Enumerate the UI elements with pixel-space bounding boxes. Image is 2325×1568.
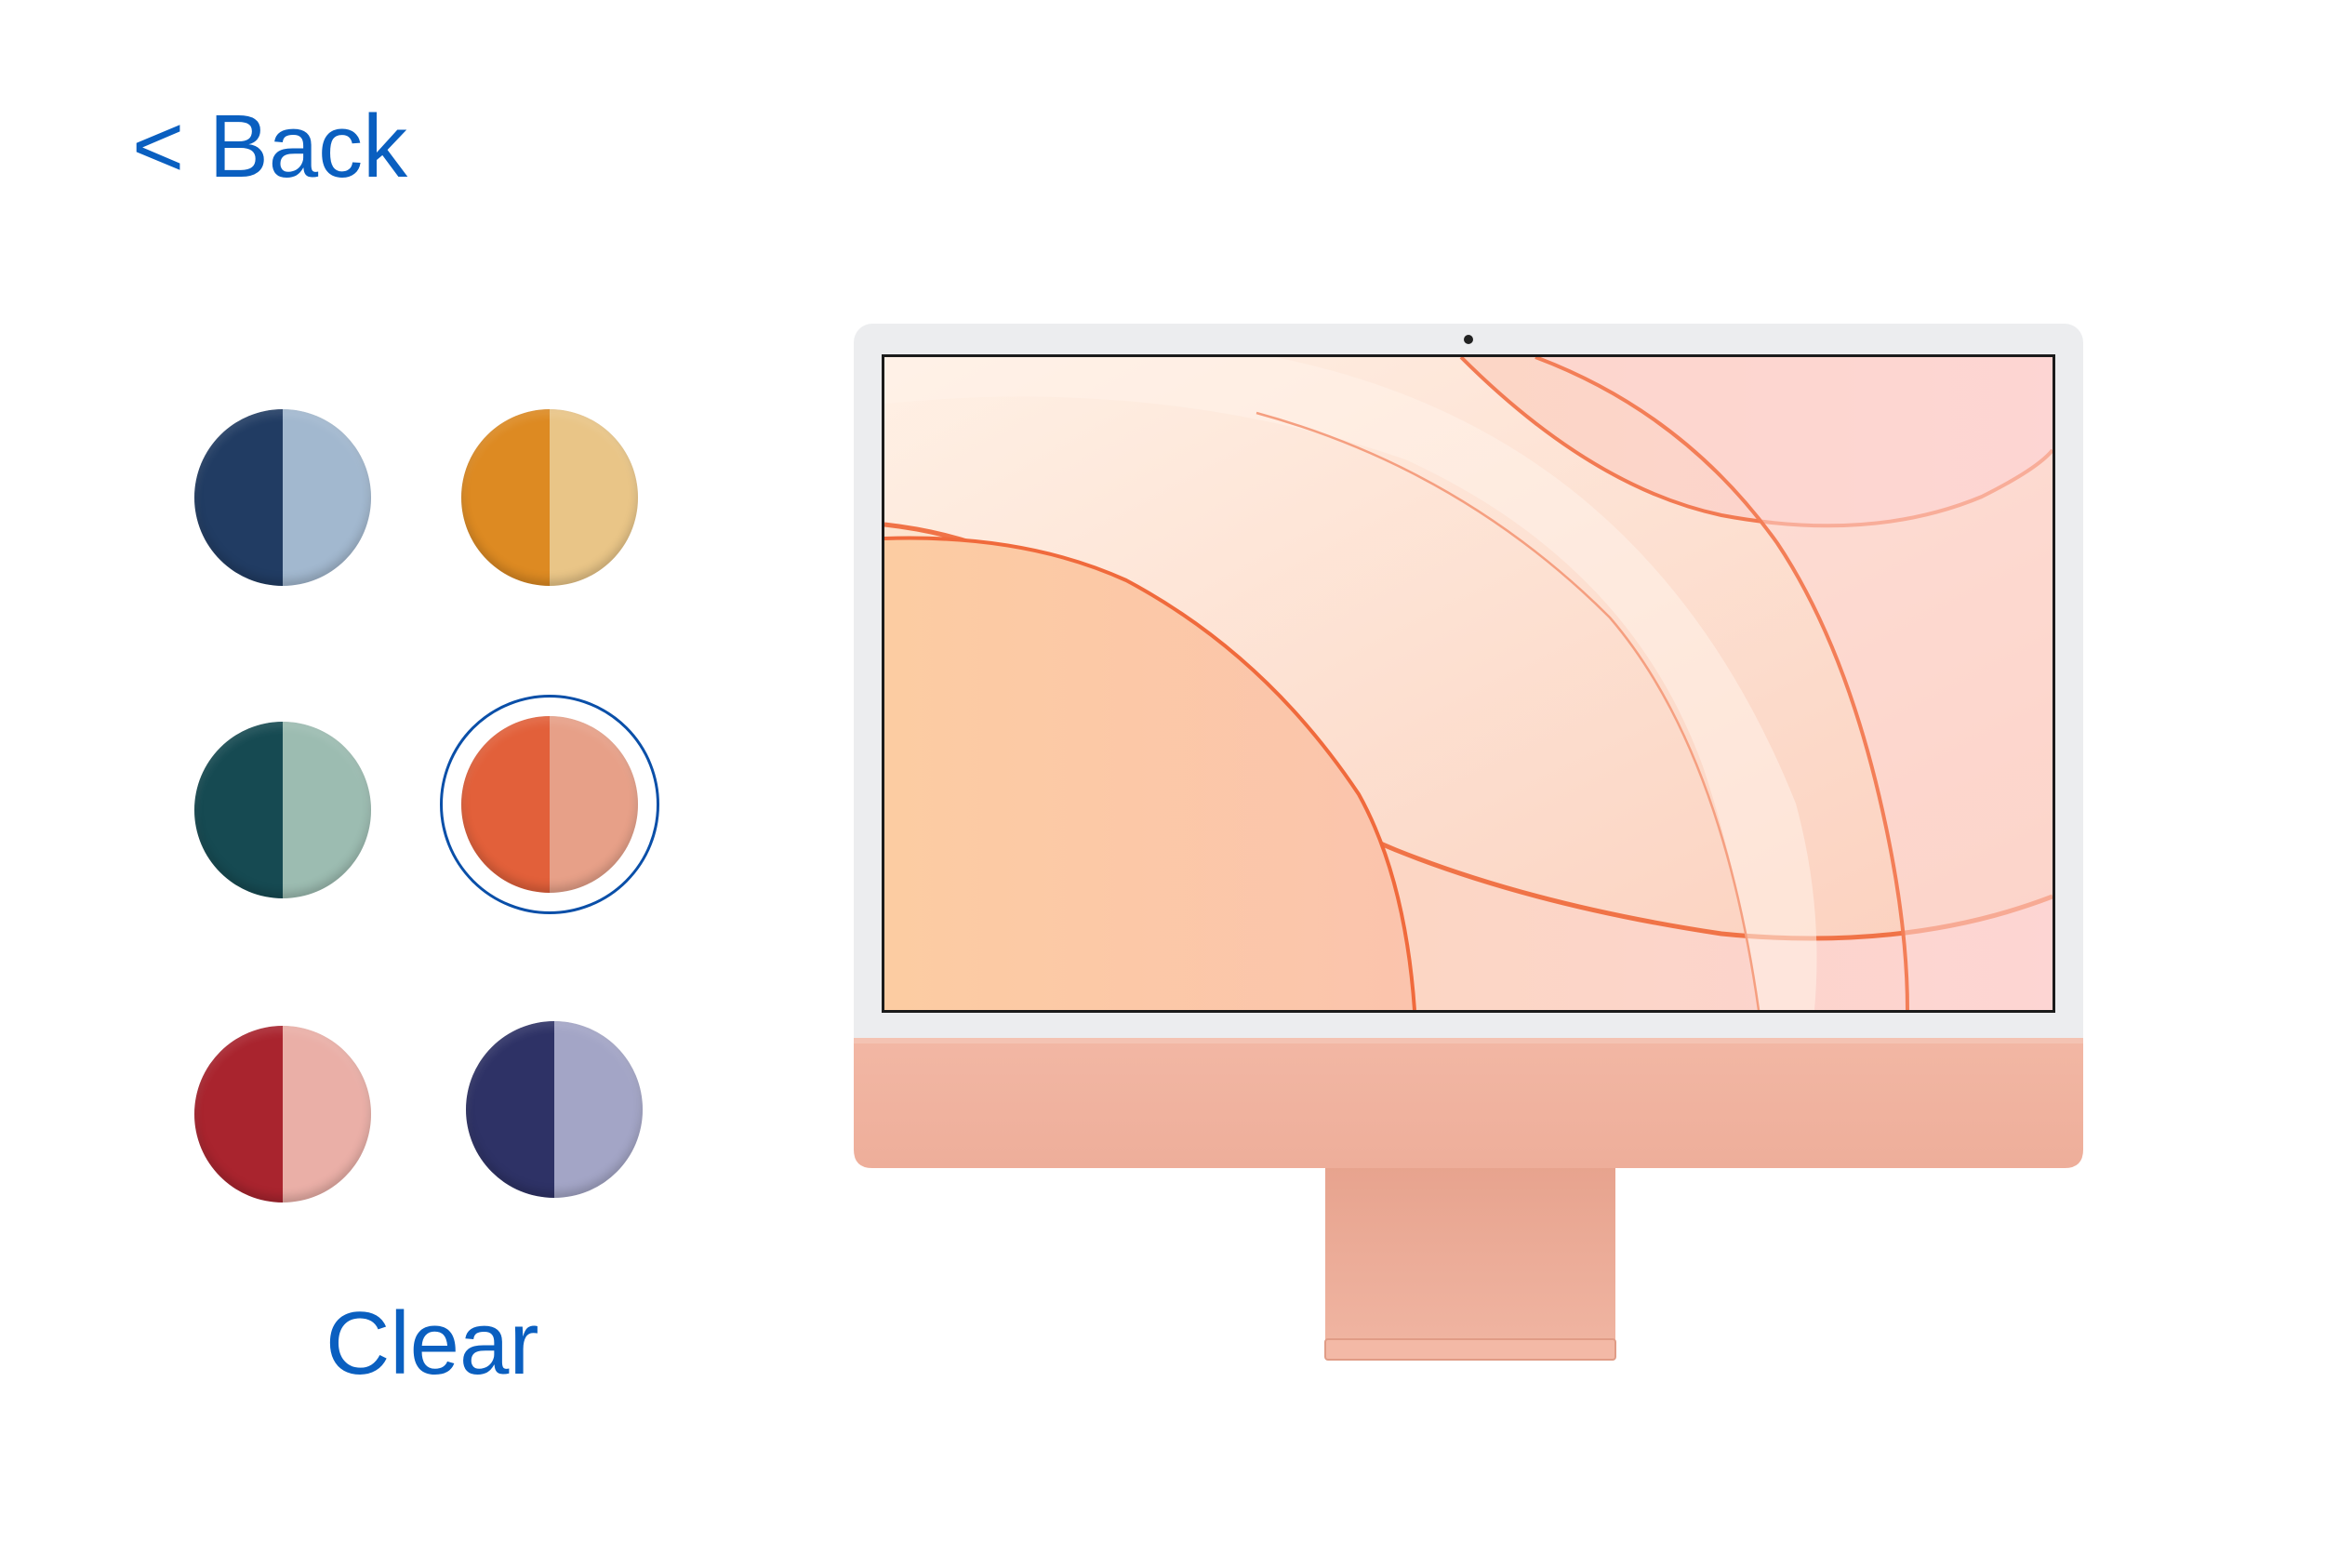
- imac-illustration: [854, 324, 2083, 1361]
- camera-icon: [1464, 335, 1473, 344]
- imac-stand: [1324, 1165, 1616, 1361]
- imac-screen: [882, 354, 2055, 1013]
